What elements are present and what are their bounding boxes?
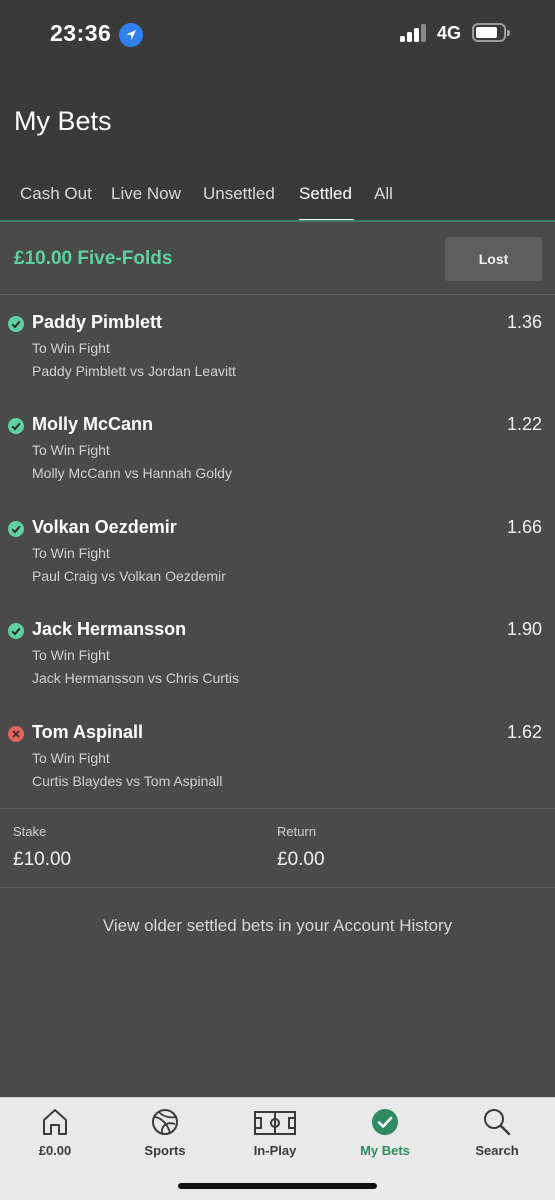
selection-odds: 1.22 — [506, 414, 542, 434]
nav-label-search: Search — [475, 1143, 519, 1158]
selection-odds: 1.90 — [506, 619, 542, 639]
return-value: £0.00 — [277, 849, 325, 870]
selection-event: Jack Hermansson vs Chris Curtis — [32, 670, 239, 686]
football-icon — [152, 1109, 178, 1135]
bet-totals: Stake £10.00 Return £0.00 — [0, 808, 555, 888]
selection-odds: 1.62 — [506, 722, 542, 742]
lost-cross-icon — [8, 726, 24, 742]
won-check-icon — [8, 623, 24, 639]
my-bets-screen: 23:36 4G My Bets Cash Out Live Now Unset… — [0, 0, 555, 1200]
bet-status-badge: Lost — [445, 237, 542, 281]
tab-unsettled[interactable]: Unsettled — [203, 184, 275, 204]
tab-settled[interactable]: Settled — [299, 184, 352, 204]
selection-odds: 1.66 — [506, 517, 542, 537]
selection-odds: 1.36 — [506, 312, 542, 332]
selection-row[interactable]: Paddy Pimblett 1.36 To Win Fight Paddy P… — [0, 296, 555, 399]
tab-cash-out[interactable]: Cash Out — [20, 184, 92, 204]
status-bar: 23:36 4G — [0, 0, 555, 66]
selection-row[interactable]: Tom Aspinall 1.62 To Win Fight Curtis Bl… — [0, 706, 555, 809]
nav-label-balance: £0.00 — [38, 1143, 72, 1158]
tab-live-now[interactable]: Live Now — [111, 184, 181, 204]
cellular-signal-icon — [400, 24, 428, 42]
check-circle-icon — [372, 1109, 398, 1135]
tab-all[interactable]: All — [374, 184, 393, 204]
nav-item-search[interactable]: Search — [447, 1106, 547, 1166]
nav-item-balance[interactable]: £0.00 — [5, 1106, 105, 1166]
search-icon — [484, 1109, 511, 1136]
pitch-icon — [254, 1111, 296, 1135]
home-icon — [43, 1109, 67, 1135]
selection-name: Volkan Oezdemir — [32, 517, 177, 537]
home-indicator — [178, 1183, 377, 1189]
nav-label-in-play: In-Play — [253, 1143, 297, 1158]
nav-label-my-bets: My Bets — [360, 1143, 410, 1158]
selection-market: To Win Fight — [32, 750, 110, 766]
selection-event: Paul Craig vs Volkan Oezdemir — [32, 568, 226, 584]
selection-market: To Win Fight — [32, 340, 110, 356]
selection-event: Molly McCann vs Hannah Goldy — [32, 465, 232, 481]
stake-value: £10.00 — [13, 849, 72, 870]
nav-label-sports: Sports — [144, 1143, 186, 1158]
nav-item-my-bets[interactable]: My Bets — [335, 1106, 435, 1166]
nav-item-sports[interactable]: Sports — [115, 1106, 215, 1166]
selection-row[interactable]: Jack Hermansson 1.90 To Win Fight Jack H… — [0, 603, 555, 706]
selection-row[interactable]: Volkan Oezdemir 1.66 To Win Fight Paul C… — [0, 501, 555, 604]
won-check-icon — [8, 521, 24, 537]
selection-name: Paddy Pimblett — [32, 312, 163, 332]
battery-icon — [472, 23, 510, 42]
account-history-link[interactable]: View older settled bets in your Account … — [0, 916, 555, 936]
bet-filter-tabs: Cash Out Live Now Unsettled Settled All — [0, 172, 555, 222]
selection-market: To Win Fight — [32, 545, 110, 561]
page-title: My Bets — [14, 106, 112, 136]
status-time: 23:36 — [50, 20, 112, 46]
bet-title: £10.00 Five-Folds — [14, 248, 173, 269]
top-header: 23:36 4G My Bets Cash Out Live Now Unset… — [0, 0, 555, 222]
selection-event: Paddy Pimblett vs Jordan Leavitt — [32, 363, 236, 379]
location-arrow-icon — [119, 23, 143, 47]
nav-item-in-play[interactable]: In-Play — [225, 1106, 325, 1166]
selection-name: Jack Hermansson — [32, 619, 187, 639]
stake-label: Stake — [13, 824, 47, 839]
won-check-icon — [8, 418, 24, 434]
selection-row[interactable]: Molly McCann 1.22 To Win Fight Molly McC… — [0, 398, 555, 501]
bet-header[interactable]: £10.00 Five-Folds Lost — [0, 222, 555, 295]
selection-name: Molly McCann — [32, 414, 154, 434]
selection-event: Curtis Blaydes vs Tom Aspinall — [32, 773, 223, 789]
return-label: Return — [277, 824, 317, 839]
network-type: 4G — [437, 23, 462, 43]
won-check-icon — [8, 316, 24, 332]
selection-market: To Win Fight — [32, 442, 110, 458]
selection-market: To Win Fight — [32, 647, 110, 663]
selection-name: Tom Aspinall — [32, 722, 144, 742]
